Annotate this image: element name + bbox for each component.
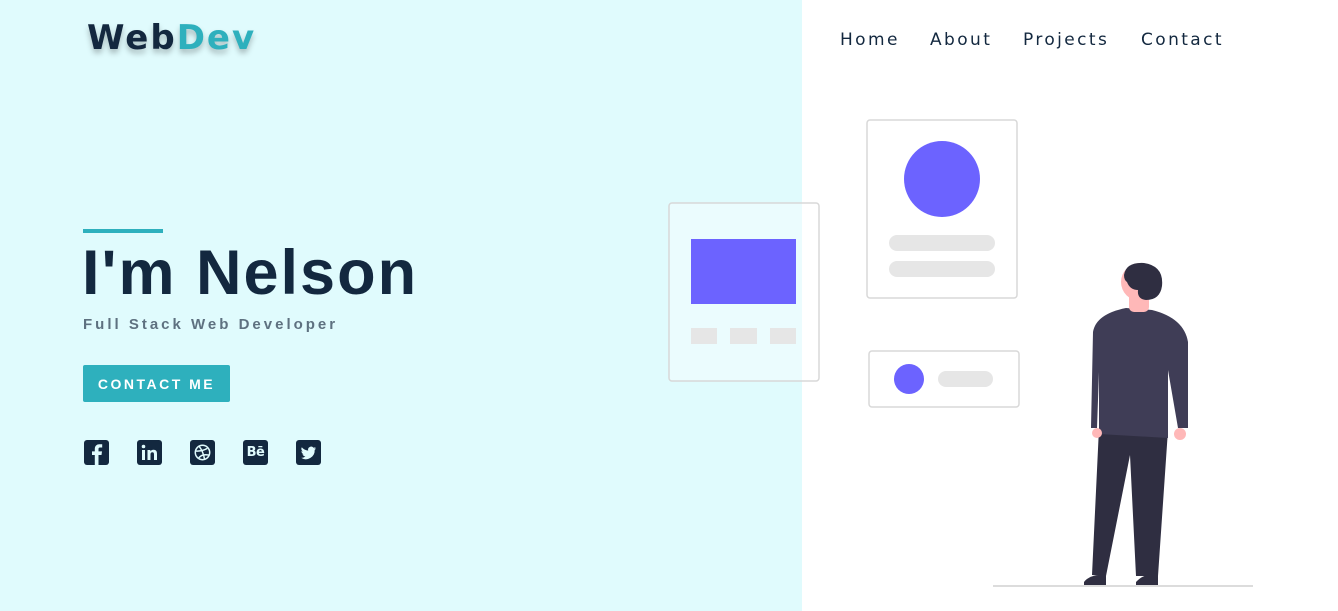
- profile-card-illustration: [866, 119, 1018, 299]
- standing-person-illustration: [1084, 262, 1188, 585]
- hero-illustration: [668, 119, 1253, 587]
- content-card-illustration: [668, 202, 820, 382]
- user-card-illustration: [868, 350, 1020, 408]
